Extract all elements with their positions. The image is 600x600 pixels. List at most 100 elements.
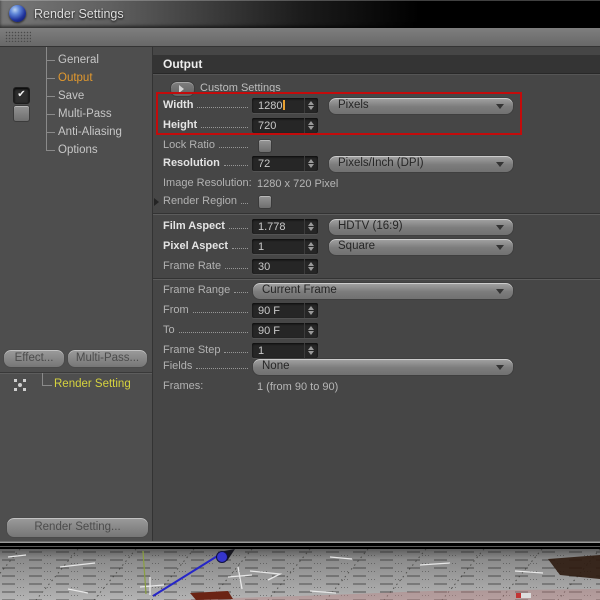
dotted-leader [241,194,248,204]
render-region-label: Render Region [163,195,237,207]
window-bottom-edge [0,542,600,549]
frame-range-dropdown[interactable]: Current Frame [252,282,514,300]
save-enabled-checkbox[interactable]: ✔ [13,87,30,104]
resolution-input[interactable]: 72 [252,156,318,171]
spin-up-icon [308,222,314,226]
viewport-3d[interactable] [0,549,600,600]
sidebar-item-output[interactable]: Output [46,69,150,87]
render-region-checkbox[interactable] [258,195,272,209]
width-input[interactable]: 1280 [252,98,318,113]
grip-dots-icon[interactable] [5,31,31,42]
spin-down-icon [308,311,314,315]
multi-pass-button[interactable]: Multi-Pass... [67,349,148,368]
from-row: From 90 F [153,302,600,320]
lock-ratio-checkbox[interactable] [258,139,272,153]
to-spinner[interactable] [304,323,318,338]
text-cursor [283,100,286,110]
panel-header: Output [153,55,600,74]
frame-step-label: Frame Step [163,344,221,356]
spin-up-icon [308,346,314,350]
pixel-aspect-spinner[interactable] [304,239,318,254]
image-resolution-label: Image Resolution: [163,177,252,189]
sidebar-item-multi-pass[interactable]: Multi-Pass [46,105,150,123]
to-label: To [163,324,175,336]
frames-label: Frames: [163,380,204,392]
frames-value: 1 (from 90 to 90) [257,381,339,393]
render-setting-button[interactable]: Render Setting... [6,517,149,538]
dotted-leader [228,219,248,229]
frame-step-input[interactable]: 1 [252,343,318,358]
effect-button[interactable]: Effect... [3,349,65,368]
film-aspect-input[interactable]: 1.778 [252,219,318,234]
height-input[interactable]: 720 [252,118,318,133]
pixel-aspect-dropdown[interactable]: Square [328,238,514,256]
settings-sidebar: ✔ General Output Save Multi-Pass Anti-Al… [0,47,153,541]
film-aspect-dropdown[interactable]: HDTV (16:9) [328,218,514,236]
custom-settings-row: Custom Settings [153,79,600,97]
pixel-aspect-input[interactable]: 1 [252,239,318,254]
dotted-leader [178,323,248,333]
film-aspect-spinner[interactable] [304,219,318,234]
spin-up-icon [308,121,314,125]
fields-dropdown[interactable]: None [252,358,514,376]
dotted-leader [232,239,248,249]
dotted-leader [224,343,248,353]
pixel-aspect-row: Pixel Aspect 1 Square [153,238,600,256]
fields-label: Fields [163,360,193,372]
tree-branch-line [42,373,52,386]
dotted-leader [223,156,248,166]
width-spinner[interactable] [304,98,318,113]
resolution-label: Resolution [163,157,220,169]
chevron-down-icon [496,225,504,230]
fields-row: Fields None [153,358,600,376]
pixel-aspect-label: Pixel Aspect [163,240,229,252]
dotted-leader [234,283,248,293]
resolution-unit-dropdown[interactable]: Pixels/Inch (DPI) [328,155,514,173]
frame-rate-spinner[interactable] [304,259,318,274]
frame-range-label: Frame Range [163,284,231,296]
from-input[interactable]: 90 F [252,303,318,318]
sidebar-item-general[interactable]: General [46,51,150,69]
film-aspect-row: Film Aspect 1.778 HDTV (16:9) [153,218,600,236]
multipass-enabled-checkbox[interactable] [13,105,30,122]
frame-rate-input[interactable]: 30 [252,259,318,274]
chevron-down-icon [496,162,504,167]
image-resolution-row: Image Resolution: 1280 x 720 Pixel [153,175,600,193]
title-bar[interactable]: Render Settings [0,0,600,28]
panel-header-title: Output [163,57,203,71]
section-separator [153,213,600,214]
to-row: To 90 F [153,322,600,340]
spin-down-icon [308,126,314,130]
render-region-row: Render Region [153,193,600,211]
spin-down-icon [308,247,314,251]
window-title: Render Settings [34,7,124,21]
width-label: Width [163,99,194,111]
custom-settings-label: Custom Settings [200,82,281,94]
dotted-leader [196,359,248,369]
sidebar-item-options[interactable]: Options [46,141,150,159]
custom-settings-arrow-button[interactable] [170,81,195,97]
lock-ratio-label: Lock Ratio [163,139,215,151]
width-row: Width 1280 Pixels [153,97,600,115]
width-unit-dropdown[interactable]: Pixels [328,97,514,115]
render-setting-item[interactable]: Render Setting [54,378,131,390]
chevron-down-icon [496,104,504,109]
dotted-leader [192,303,248,313]
frame-step-spinner[interactable] [304,343,318,358]
spin-down-icon [308,267,314,271]
sidebar-item-save[interactable]: Save [46,87,150,105]
sidebar-item-anti-aliasing[interactable]: Anti-Aliasing [46,123,150,141]
resolution-spinner[interactable] [304,156,318,171]
spin-down-icon [308,106,314,110]
dock-grip-bar[interactable] [0,28,600,47]
dotted-leader [218,138,248,148]
to-input[interactable]: 90 F [252,323,318,338]
film-aspect-label: Film Aspect [163,220,225,232]
spin-up-icon [308,159,314,163]
height-spinner[interactable] [304,118,318,133]
dotted-leader [225,259,248,269]
expander-triangle-icon[interactable] [154,198,159,206]
height-label: Height [163,119,198,131]
spin-down-icon [308,164,314,168]
from-spinner[interactable] [304,303,318,318]
